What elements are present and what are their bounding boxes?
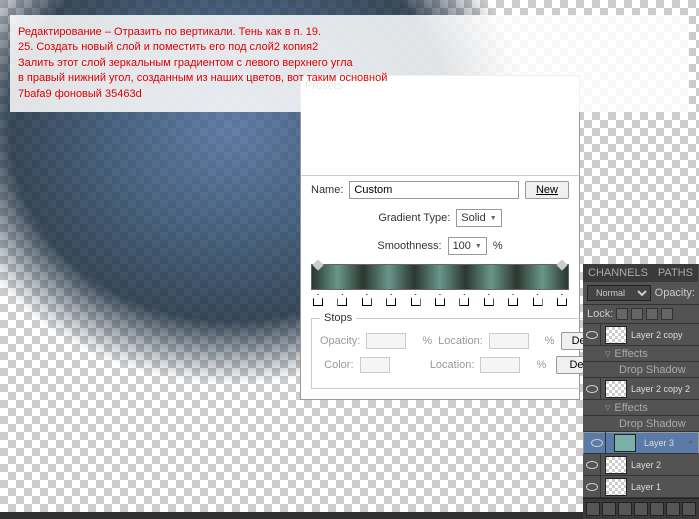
lock-position-icon[interactable] bbox=[646, 308, 658, 320]
layer-name[interactable]: Layer 2 bbox=[631, 460, 699, 470]
layers-footer bbox=[583, 498, 699, 519]
visibility-toggle[interactable] bbox=[583, 324, 601, 346]
name-label: Name: bbox=[311, 184, 343, 196]
visibility-toggle[interactable] bbox=[583, 454, 601, 476]
tab-paths[interactable]: PATHS bbox=[653, 264, 698, 282]
layer-thumbnail[interactable] bbox=[605, 456, 627, 474]
layer-thumbnail[interactable] bbox=[605, 326, 627, 344]
layer-row[interactable]: Layer 1 bbox=[583, 476, 699, 498]
new-button[interactable]: New bbox=[525, 181, 569, 199]
trash-icon[interactable] bbox=[682, 502, 696, 516]
link-layers-icon[interactable] bbox=[586, 502, 600, 516]
tab-channels[interactable]: CHANNELS bbox=[583, 264, 653, 282]
opacity-stop[interactable] bbox=[556, 259, 567, 270]
gradient-type-label: Gradient Type: bbox=[378, 212, 450, 224]
pct: % bbox=[545, 335, 555, 347]
effect-item[interactable]: Drop Shadow bbox=[583, 362, 699, 378]
lock-label: Lock: bbox=[587, 308, 613, 320]
layer-row[interactable]: Layer 2 bbox=[583, 454, 699, 476]
layer-name[interactable]: Layer 2 copy bbox=[631, 330, 699, 340]
opacity-stop[interactable] bbox=[312, 259, 323, 270]
color-stop[interactable] bbox=[386, 294, 396, 306]
eye-icon bbox=[586, 483, 598, 491]
group-icon[interactable] bbox=[650, 502, 664, 516]
instruction-line: в правый нижний угол, созданным из наших… bbox=[18, 71, 681, 86]
name-input[interactable] bbox=[349, 181, 519, 199]
instruction-line: 25. Создать новый слой и поместить его п… bbox=[18, 40, 681, 55]
chevron-down-icon: ▽ bbox=[605, 404, 610, 412]
color-stop[interactable] bbox=[459, 294, 469, 306]
layer-row[interactable]: Layer 2 copy 2 bbox=[583, 378, 699, 400]
layer-thumbnail[interactable] bbox=[605, 478, 627, 496]
location-label: Location: bbox=[426, 359, 475, 371]
chevron-down-icon: ▽ bbox=[605, 350, 610, 358]
lock-transparency-icon[interactable] bbox=[616, 308, 628, 320]
effects-row[interactable]: ▽Effects bbox=[583, 400, 699, 416]
effects-row[interactable]: ▽Effects bbox=[583, 346, 699, 362]
opacity-input[interactable] bbox=[366, 333, 406, 349]
effect-item[interactable]: Drop Shadow bbox=[583, 416, 699, 432]
color-stop[interactable] bbox=[362, 294, 372, 306]
color-stop[interactable] bbox=[435, 294, 445, 306]
lock-all-icon[interactable] bbox=[661, 308, 673, 320]
color-stop[interactable] bbox=[508, 294, 518, 306]
layer-thumbnail[interactable] bbox=[614, 434, 636, 452]
new-layer-icon[interactable] bbox=[666, 502, 680, 516]
color-swatch[interactable] bbox=[360, 357, 390, 373]
instruction-overlay: Редактирование – Отразить по вертикали. … bbox=[10, 15, 689, 112]
location-label: Location: bbox=[438, 335, 483, 347]
blend-mode-select[interactable]: Normal bbox=[587, 285, 651, 301]
pct: % bbox=[422, 335, 432, 347]
layer-thumbnail[interactable] bbox=[605, 380, 627, 398]
layer-name[interactable]: Layer 1 bbox=[631, 482, 699, 492]
pct: % bbox=[536, 359, 550, 371]
eye-icon bbox=[586, 461, 598, 469]
instruction-line: 7bafa9 фоновый 35463d bbox=[18, 87, 681, 102]
smoothness-input[interactable]: 100 bbox=[448, 237, 487, 255]
stops-fieldset: Stops Opacity: % Location: % Delete Colo… bbox=[311, 312, 623, 389]
color-label: Color: bbox=[320, 359, 354, 371]
color-stop[interactable] bbox=[337, 294, 347, 306]
color-stop[interactable] bbox=[411, 294, 421, 306]
visibility-toggle[interactable] bbox=[588, 432, 606, 454]
gradient-bar[interactable] bbox=[311, 264, 569, 290]
layer-row-selected[interactable]: Layer 3 bbox=[583, 432, 699, 454]
layer-row[interactable]: Layer 2 copy bbox=[583, 324, 699, 346]
layers-panel: CHANNELS PATHS LAYERS Normal Opacity: Lo… bbox=[583, 264, 699, 519]
eye-icon bbox=[586, 331, 598, 339]
visibility-toggle[interactable] bbox=[583, 476, 601, 498]
gradient-type-select[interactable]: Solid bbox=[456, 209, 501, 227]
layer-name[interactable]: Layer 2 copy 2 bbox=[631, 384, 699, 394]
color-stop[interactable] bbox=[313, 294, 323, 306]
eye-icon bbox=[586, 385, 598, 393]
location-input[interactable] bbox=[489, 333, 529, 349]
percent-label: % bbox=[493, 240, 503, 252]
visibility-toggle[interactable] bbox=[583, 378, 601, 400]
smoothness-label: Smoothness: bbox=[377, 240, 441, 252]
opacity-label: Opacity: bbox=[320, 335, 360, 347]
color-location-input[interactable] bbox=[480, 357, 520, 373]
opacity-label: Opacity: bbox=[655, 287, 695, 299]
color-stop[interactable] bbox=[557, 294, 567, 306]
color-stop[interactable] bbox=[484, 294, 494, 306]
eye-icon bbox=[591, 439, 603, 447]
lock-pixels-icon[interactable] bbox=[631, 308, 643, 320]
color-stop[interactable] bbox=[533, 294, 543, 306]
stops-legend: Stops bbox=[320, 312, 356, 324]
color-stops-row bbox=[311, 294, 569, 306]
panel-tabs: CHANNELS PATHS LAYERS bbox=[583, 264, 699, 282]
mask-icon[interactable] bbox=[618, 502, 632, 516]
fx-icon[interactable] bbox=[602, 502, 616, 516]
instruction-line: Залить этот слой зеркальным градиентом с… bbox=[18, 56, 681, 71]
adjustment-icon[interactable] bbox=[634, 502, 648, 516]
layer-name[interactable]: Layer 3 bbox=[644, 438, 683, 448]
instruction-line: Редактирование – Отразить по вертикали. … bbox=[18, 25, 681, 40]
gradient-editor-dialog: Presets Name: New Gradient Type: Solid S… bbox=[300, 75, 580, 400]
